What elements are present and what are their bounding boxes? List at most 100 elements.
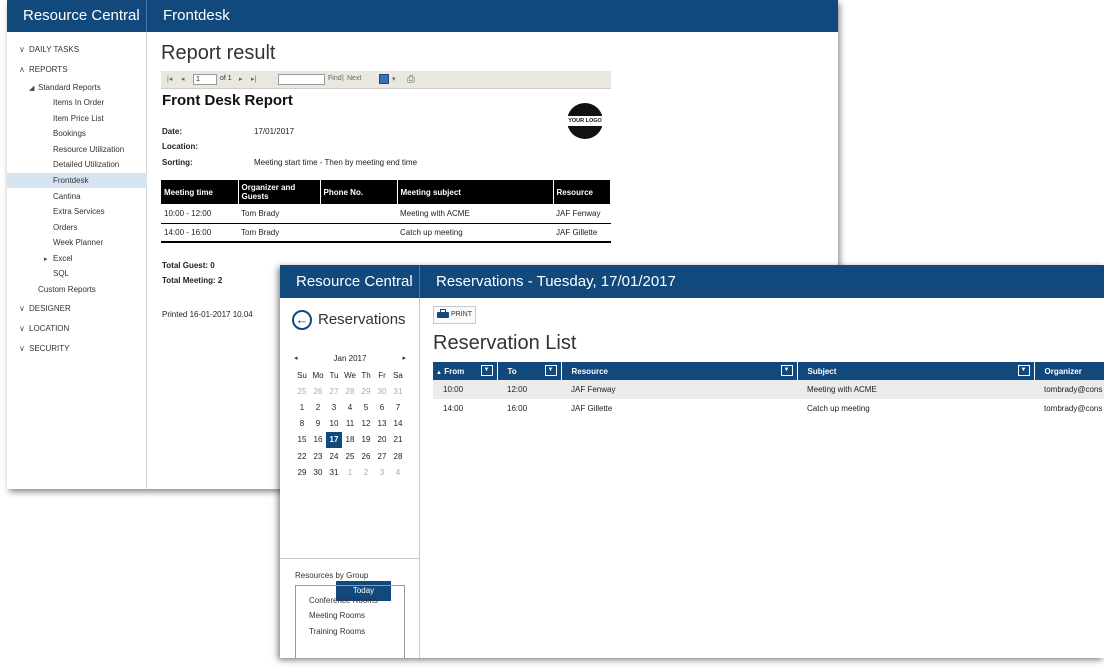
- calendar-day[interactable]: 9: [310, 416, 326, 432]
- calendar-day[interactable]: 30: [310, 464, 326, 480]
- calendar-day[interactable]: 2: [358, 464, 374, 480]
- calendar-day[interactable]: 22: [294, 448, 310, 464]
- sidebar-item-cantina[interactable]: Cantina: [53, 189, 81, 204]
- resource-group-item[interactable]: Training Rooms: [309, 627, 365, 636]
- calendar-day[interactable]: 3: [326, 399, 342, 415]
- filter-dropdown-icon[interactable]: ▼: [544, 365, 557, 376]
- calendar-day[interactable]: 23: [310, 448, 326, 464]
- calendar-day[interactable]: 25: [294, 383, 310, 399]
- column-header-from[interactable]: ▲ From ▼: [433, 362, 498, 380]
- sidebar-item-custom-reports[interactable]: Custom Reports: [38, 282, 96, 297]
- filter-dropdown-icon[interactable]: ▼: [780, 365, 793, 376]
- calendar-day[interactable]: 31: [390, 383, 406, 399]
- calendar-day[interactable]: 25: [342, 448, 358, 464]
- calendar-day[interactable]: 11: [342, 416, 358, 432]
- sidebar-section-designer[interactable]: ∨ DESIGNER: [19, 301, 71, 316]
- column-header-organizer[interactable]: Organizer: [1034, 362, 1104, 380]
- print-button[interactable]: PRINT: [433, 306, 476, 324]
- calendar-day[interactable]: 1: [342, 464, 358, 480]
- calendar-day[interactable]: 27: [374, 448, 390, 464]
- calendar-day[interactable]: 2: [310, 399, 326, 415]
- calendar-day[interactable]: 28: [390, 448, 406, 464]
- sidebar-item-extra-services[interactable]: Extra Services: [53, 204, 105, 219]
- calendar-day[interactable]: 29: [358, 383, 374, 399]
- next-page-icon[interactable]: ▸: [239, 75, 243, 83]
- export-icon[interactable]: [379, 74, 389, 84]
- calendar-day[interactable]: 8: [294, 416, 310, 432]
- app-brand[interactable]: Resource Central: [280, 265, 420, 298]
- sidebar-section-security[interactable]: ∨ SECURITY: [19, 341, 69, 356]
- calendar-day[interactable]: 16: [310, 432, 326, 448]
- resource-group-item[interactable]: Meeting Rooms: [309, 611, 365, 620]
- next-link[interactable]: Next: [347, 75, 361, 82]
- sidebar-item-orders[interactable]: Orders: [53, 220, 77, 235]
- calendar-day[interactable]: 29: [294, 464, 310, 480]
- column-header-subject[interactable]: Subject ▼: [797, 362, 1035, 380]
- sorting-label: Sorting:: [162, 158, 193, 167]
- calendar-day[interactable]: 4: [342, 399, 358, 415]
- column-header-to[interactable]: To ▼: [497, 362, 562, 380]
- calendar-day[interactable]: 30: [374, 383, 390, 399]
- sidebar-item-item-price-list[interactable]: Item Price List: [53, 111, 104, 126]
- sidebar-item-frontdesk[interactable]: Frontdesk: [7, 173, 147, 188]
- weekday-label: Su: [297, 370, 307, 380]
- filter-dropdown-icon[interactable]: ▼: [480, 365, 493, 376]
- resource-group-item[interactable]: Conference Rooms: [309, 596, 378, 605]
- calendar-day[interactable]: 28: [342, 383, 358, 399]
- calendar-day[interactable]: 15: [294, 432, 310, 448]
- sidebar-item-sql[interactable]: SQL: [53, 266, 69, 281]
- chevron-down-icon: ∨: [19, 304, 25, 313]
- sidebar-item-detailed-utilization[interactable]: Detailed Utilization: [53, 157, 119, 172]
- print-icon[interactable]: ⎙: [407, 74, 415, 85]
- calendar-day[interactable]: 3: [374, 464, 390, 480]
- sidebar-item-items-in-order[interactable]: Items In Order: [53, 95, 104, 110]
- calendar-day[interactable]: 14: [390, 416, 406, 432]
- sidebar-item-week-planner[interactable]: Week Planner: [53, 235, 103, 250]
- sidebar-group-standard-reports[interactable]: ◢ Standard Reports: [29, 80, 101, 95]
- calendar-day[interactable]: 21: [390, 432, 406, 448]
- date-label: Date:: [162, 127, 183, 136]
- sidebar-section-daily-tasks[interactable]: ∨ DAILY TASKS: [19, 42, 79, 57]
- column-header: Phone No.: [320, 180, 398, 204]
- find-input[interactable]: [278, 74, 325, 85]
- calendar-day[interactable]: 18: [342, 432, 358, 448]
- sidebar-item-bookings[interactable]: Bookings: [53, 126, 86, 141]
- prev-month-icon[interactable]: ◂: [294, 353, 298, 365]
- calendar-day[interactable]: 6: [374, 399, 390, 415]
- calendar-day[interactable]: 10: [326, 416, 342, 432]
- calendar-day-selected[interactable]: 17: [326, 431, 342, 448]
- calendar-day[interactable]: 7: [390, 399, 406, 415]
- prev-page-icon[interactable]: ◂: [181, 75, 185, 83]
- table-row[interactable]: 10:00 12:00 JAF Fenway Meeting with ACME…: [433, 380, 1104, 399]
- calendar-day[interactable]: 24: [326, 448, 342, 464]
- back-arrow-icon[interactable]: ←: [292, 310, 312, 330]
- sidebar-item-resource-utilization[interactable]: Resource Utilization: [53, 142, 124, 157]
- sidebar-item-excel[interactable]: ▸ Excel: [44, 251, 73, 266]
- calendar-day[interactable]: 26: [358, 448, 374, 464]
- page-number-input[interactable]: 1: [193, 74, 217, 85]
- find-link[interactable]: Find: [328, 75, 342, 82]
- calendar-day[interactable]: 1: [294, 399, 310, 415]
- page-header-title: Reservations - Tuesday, 17/01/2017: [436, 273, 676, 290]
- calendar-day[interactable]: 27: [326, 383, 342, 399]
- sidebar-section-reports[interactable]: ∧ REPORTS: [19, 62, 68, 77]
- next-month-icon[interactable]: ▸: [402, 353, 406, 365]
- calendar-day[interactable]: 26: [310, 383, 326, 399]
- calendar-day[interactable]: 31: [326, 464, 342, 480]
- cell-time: 10:00 - 12:00: [161, 204, 238, 224]
- filter-dropdown-icon[interactable]: ▼: [1017, 365, 1030, 376]
- table-row[interactable]: 14:00 16:00 JAF Gillette Catch up meetin…: [433, 399, 1104, 418]
- first-page-icon[interactable]: |◂: [167, 75, 172, 83]
- column-header-resource[interactable]: Resource ▼: [561, 362, 798, 380]
- calendar-day[interactable]: 13: [374, 416, 390, 432]
- calendar-day[interactable]: 4: [390, 464, 406, 480]
- last-page-icon[interactable]: ▸|: [251, 75, 256, 83]
- calendar-day[interactable]: 19: [358, 432, 374, 448]
- calendar-day[interactable]: 20: [374, 432, 390, 448]
- sidebar-section-location[interactable]: ∨ LOCATION: [19, 321, 69, 336]
- calendar-day[interactable]: 12: [358, 416, 374, 432]
- app-brand[interactable]: Resource Central: [7, 0, 147, 32]
- calendar-month: Jan 2017: [333, 354, 367, 363]
- calendar-day[interactable]: 5: [358, 399, 374, 415]
- export-dropdown-icon[interactable]: ▾: [392, 75, 396, 83]
